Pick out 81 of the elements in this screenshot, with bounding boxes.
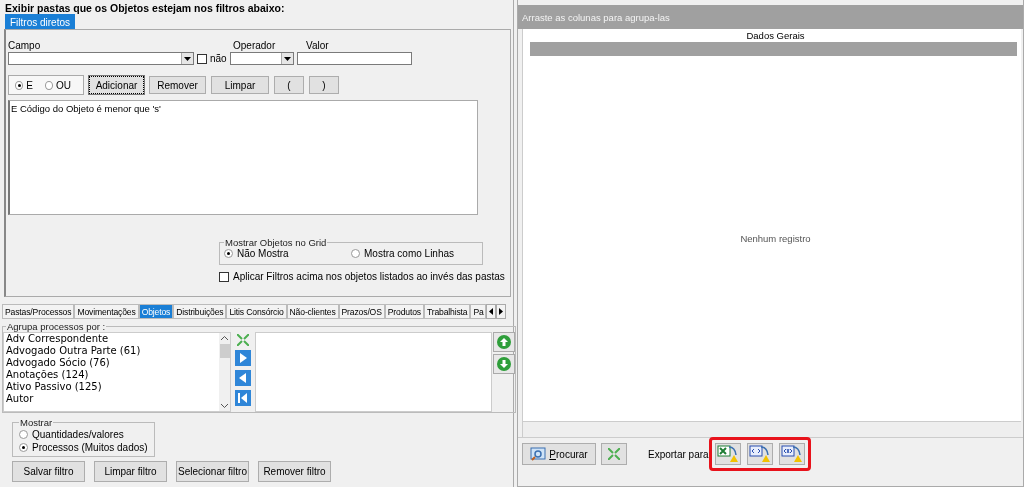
filter-action-button[interactable]: Limpar filtro [94, 461, 167, 482]
export-xml-button[interactable] [778, 443, 805, 465]
radio-label: Mostra como Linhas [364, 248, 455, 259]
section-tab[interactable]: Objetos [138, 304, 174, 319]
field-label: Campo [8, 40, 42, 51]
section-tab[interactable]: Movimentações [74, 304, 139, 319]
scrollbar[interactable] [523, 421, 1021, 437]
section-tab[interactable]: Produtos [384, 304, 424, 319]
filter-button[interactable]: Adicionar [89, 76, 144, 94]
filter-action-button[interactable]: Remover filtro [258, 461, 331, 482]
dropdown-arrow-icon[interactable] [184, 56, 191, 61]
field-label: Operador [233, 40, 277, 51]
field-label: Valor [306, 40, 329, 51]
list-item[interactable]: Advogado Outra Parte (61) [6, 345, 219, 357]
checkbox-label: Aplicar Filtros acima nos objetos listados ao invés das pastas [233, 271, 505, 282]
radio-label: E [26, 79, 33, 91]
field-dropdown[interactable] [8, 52, 194, 65]
tab-scroll-right-button[interactable] [496, 304, 507, 319]
section-tab[interactable]: Não-clientes [286, 304, 339, 319]
first-arrow-button-icon[interactable] [235, 390, 251, 406]
right-arrow-icon [499, 308, 504, 315]
checkbox[interactable] [219, 271, 229, 282]
group-title: Agrupa processos por : [6, 321, 107, 332]
column-band-header: Dados Gerais [745, 29, 806, 42]
filter-text-area[interactable]: E Código do Objeto é menor que 's' [8, 100, 478, 215]
radio-button[interactable] [19, 430, 28, 439]
section-tab[interactable]: Distribuições [173, 304, 227, 319]
list-item[interactable]: Adv Correspondente [6, 333, 219, 345]
move-down-button[interactable] [493, 354, 515, 374]
filter-button[interactable]: ) [309, 76, 339, 94]
filter-action-button[interactable]: Salvar filtro [12, 461, 85, 482]
export-excel-button[interactable] [714, 443, 741, 465]
radio-button[interactable] [44, 80, 53, 90]
section-tab[interactable]: Pa [470, 304, 487, 319]
list-item[interactable]: Anotações (124) [6, 369, 219, 381]
radio-label: Quantidades/valores [32, 429, 124, 440]
section-tab[interactable]: Pastas/Processos [2, 304, 75, 319]
tab-scroll-left-button[interactable] [486, 304, 497, 319]
radio-button[interactable] [224, 249, 233, 258]
value-input[interactable] [296, 52, 412, 65]
filter-button[interactable]: ( [274, 76, 304, 94]
radio-label: OU [56, 79, 71, 91]
move-up-button[interactable] [493, 332, 515, 352]
list-item[interactable]: Advogado Sócio (76) [6, 357, 219, 369]
group-hint: Arraste as colunas para agrupa-las [522, 11, 670, 23]
filter-button[interactable]: Remover [149, 76, 206, 94]
filter-heading: Exibir pastas que os Objetos estejam nos filtros abaixo: [4, 1, 286, 14]
list-item[interactable]: Ativo Passivo (125) [6, 381, 219, 393]
filter-button[interactable]: Limpar [211, 76, 269, 94]
search-button[interactable]: Procurar [522, 443, 596, 465]
checkbox[interactable] [197, 53, 207, 64]
scroll-thumb[interactable] [219, 344, 230, 358]
left-arrow-icon [489, 308, 494, 315]
operator-dropdown[interactable] [229, 52, 294, 65]
radio-button[interactable] [15, 80, 24, 90]
group-title: Mostrar Objetos no Grid [224, 237, 328, 248]
collapse-arrows-icon[interactable] [237, 334, 249, 346]
empty-message: Nenhum registro [740, 233, 811, 244]
scroll-up-icon[interactable] [221, 336, 228, 340]
radio-label: Processos (Muitos dados) [32, 442, 148, 453]
export-label: Exportar para [648, 448, 709, 460]
scrollbar[interactable] [219, 333, 230, 411]
dropdown-arrow-icon[interactable] [283, 56, 291, 61]
scroll-down-icon[interactable] [221, 404, 228, 408]
radio-button[interactable] [19, 443, 28, 452]
export-html-button[interactable] [746, 443, 773, 465]
checkbox-label: não [210, 53, 227, 64]
search-icon [530, 447, 547, 461]
collapse-arrows-icon [608, 448, 620, 460]
radio-label: Não Mostra [237, 248, 289, 259]
section-tab[interactable]: Litis Consórcio [226, 304, 287, 319]
right-arrow-button-icon[interactable] [235, 350, 251, 366]
list-item[interactable]: Autor [6, 393, 219, 405]
group-title: Mostrar [19, 417, 54, 428]
radio-button[interactable] [351, 249, 360, 258]
left-arrow-button-icon[interactable] [235, 370, 251, 386]
section-tab[interactable]: Prazos/OS [338, 304, 385, 319]
section-tab[interactable]: Trabalhista [423, 304, 471, 319]
filter-action-button[interactable]: Selecionar filtro [176, 461, 249, 482]
filter-tab[interactable]: Filtros diretos [5, 14, 75, 29]
filter-expression: E Código do Objeto é menor que 's' [11, 103, 161, 114]
